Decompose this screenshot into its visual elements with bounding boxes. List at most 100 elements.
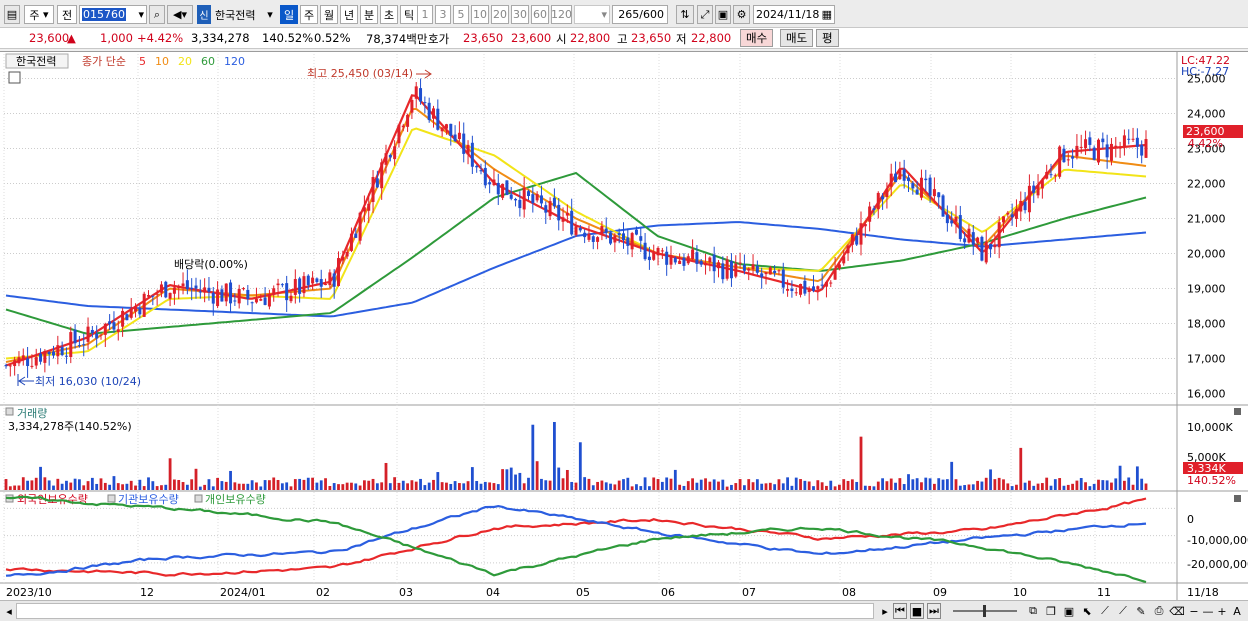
prev-button[interactable]: 전 bbox=[57, 5, 77, 24]
volume-bar bbox=[643, 477, 647, 490]
sell-button[interactable]: 매도 bbox=[780, 29, 814, 47]
price-change-pct: +4.42% bbox=[137, 31, 184, 45]
candle bbox=[673, 257, 677, 263]
candle bbox=[444, 124, 448, 129]
buy-button[interactable]: 매수 bbox=[740, 29, 774, 47]
image-icon[interactable]: ▣ bbox=[1061, 603, 1077, 619]
zoom-in-icon[interactable]: + bbox=[1215, 603, 1229, 619]
candle bbox=[125, 314, 129, 321]
volume-bar bbox=[410, 480, 414, 490]
period-tab-월[interactable]: 월 bbox=[320, 5, 338, 24]
candle bbox=[121, 310, 125, 327]
candle bbox=[237, 289, 241, 304]
pen-icon[interactable]: ✎ bbox=[1133, 603, 1149, 619]
period-tab-주[interactable]: 주 bbox=[300, 5, 318, 24]
cursor-icon[interactable]: ⬉ bbox=[1079, 603, 1095, 619]
interval-tab-10[interactable]: 10 bbox=[471, 5, 489, 24]
volume-bar bbox=[380, 482, 384, 490]
period-tab-년[interactable]: 년 bbox=[340, 5, 358, 24]
interval-custom-select[interactable]: ▾ bbox=[574, 5, 610, 24]
volume-bar bbox=[319, 480, 323, 490]
period-tab-초[interactable]: 초 bbox=[380, 5, 398, 24]
zoom-slider-handle[interactable] bbox=[983, 605, 986, 617]
volume-bar bbox=[496, 484, 500, 490]
zoom-out-icon[interactable]: − bbox=[1187, 603, 1201, 619]
interval-tab-5[interactable]: 5 bbox=[453, 5, 469, 24]
print-icon[interactable]: ⎙ bbox=[1151, 603, 1167, 619]
horizontal-scrollbar[interactable] bbox=[16, 603, 874, 619]
speaker-icon[interactable]: ◀▾ bbox=[167, 5, 193, 24]
volume-bar bbox=[151, 481, 155, 490]
period-tab-틱[interactable]: 틱 bbox=[400, 5, 418, 24]
volume-bar bbox=[747, 479, 751, 490]
window-menu-icon[interactable]: ▤ bbox=[4, 5, 20, 24]
candle bbox=[1058, 146, 1062, 177]
volume-bar bbox=[665, 477, 669, 490]
eraser-icon[interactable]: ⌫ bbox=[1169, 603, 1185, 619]
volume-bar bbox=[876, 481, 880, 490]
layout-icon[interactable]: ⧉ bbox=[1025, 603, 1041, 619]
interval-tab-20[interactable]: 20 bbox=[491, 5, 509, 24]
candle bbox=[682, 257, 686, 266]
candle bbox=[660, 250, 664, 252]
indicator-icon[interactable]: ⇅ bbox=[676, 5, 694, 24]
chart-area[interactable]: 한국전력 종가 단순 5 10 20 60 120 최고 25,450 (03/14) … bbox=[0, 51, 1248, 601]
interval-tab-30[interactable]: 30 bbox=[511, 5, 529, 24]
compare-icon[interactable]: ⤢ bbox=[697, 5, 713, 24]
period-tab-분[interactable]: 분 bbox=[360, 5, 378, 24]
stop-icon[interactable]: ■ bbox=[910, 603, 924, 619]
stock-code-input[interactable]: 015760 ▾ bbox=[79, 5, 147, 24]
save-icon[interactable]: ▣ bbox=[715, 5, 731, 24]
scroll-right-icon[interactable]: ▸ bbox=[878, 603, 892, 619]
collapse-icon[interactable]: — bbox=[1201, 603, 1215, 619]
interval-tab-120[interactable]: 120 bbox=[551, 5, 572, 24]
volume-bar bbox=[13, 485, 17, 490]
stock-chart-svg[interactable]: 한국전력 종가 단순 5 10 20 60 120 최고 25,450 (03/14) … bbox=[0, 52, 1248, 601]
volume-bar bbox=[553, 421, 556, 490]
interval-tab-1[interactable]: 1 bbox=[417, 5, 433, 24]
candle bbox=[734, 263, 738, 277]
holding-tick-3: -20,000,000 bbox=[1187, 558, 1248, 571]
last-page-icon[interactable]: ⏭ bbox=[927, 603, 941, 619]
scroll-left-icon[interactable]: ◂ bbox=[3, 603, 15, 619]
volume-bar bbox=[449, 483, 453, 490]
candle bbox=[652, 252, 656, 260]
draw-line-icon[interactable]: ⟋ bbox=[1097, 603, 1113, 619]
zoom-slider[interactable] bbox=[950, 603, 1020, 619]
candle bbox=[773, 270, 777, 274]
volume-bar bbox=[872, 486, 876, 490]
bar-count-input[interactable]: 265/600 bbox=[612, 5, 668, 24]
open-label: 시 bbox=[556, 32, 567, 46]
volume-bar bbox=[933, 483, 936, 490]
candle bbox=[155, 293, 159, 295]
volume-bar bbox=[298, 478, 302, 490]
trend-icon[interactable]: ⟋ bbox=[1115, 603, 1131, 619]
ma-legend-5: 5 bbox=[139, 55, 146, 68]
volume-title: 거래량 bbox=[17, 407, 47, 420]
period-tab-일[interactable]: 일 bbox=[280, 5, 298, 24]
font-size-icon[interactable]: A bbox=[1229, 603, 1245, 619]
candle bbox=[246, 289, 250, 299]
holding-series bbox=[5, 495, 1147, 584]
candle bbox=[941, 195, 945, 217]
chevron-down-icon: ▾ bbox=[43, 8, 49, 21]
market-type-select[interactable]: 주 ▾ bbox=[24, 5, 54, 24]
avg-button[interactable]: 평 bbox=[816, 29, 839, 47]
volume-bar bbox=[453, 481, 457, 490]
first-page-icon[interactable]: ⏮ bbox=[893, 603, 907, 619]
copy-icon[interactable]: ❐ bbox=[1043, 603, 1059, 619]
volume-bar bbox=[466, 481, 470, 490]
interval-tab-3[interactable]: 3 bbox=[435, 5, 451, 24]
candle bbox=[539, 195, 543, 204]
candle bbox=[311, 277, 315, 284]
date-input[interactable]: 2024/11/18 ▦ bbox=[753, 5, 835, 24]
search-icon[interactable]: ⌕ bbox=[149, 5, 165, 24]
candle bbox=[980, 236, 984, 261]
gear-icon[interactable]: ⚙ bbox=[733, 5, 750, 24]
volume-bar bbox=[458, 483, 461, 490]
interval-tab-60[interactable]: 60 bbox=[531, 5, 549, 24]
candle bbox=[1114, 145, 1118, 147]
volume-value-line: 3,334,278주(140.52%) bbox=[8, 420, 132, 433]
chevron-down-icon[interactable]: ▾ bbox=[264, 5, 276, 24]
candle bbox=[172, 287, 176, 294]
